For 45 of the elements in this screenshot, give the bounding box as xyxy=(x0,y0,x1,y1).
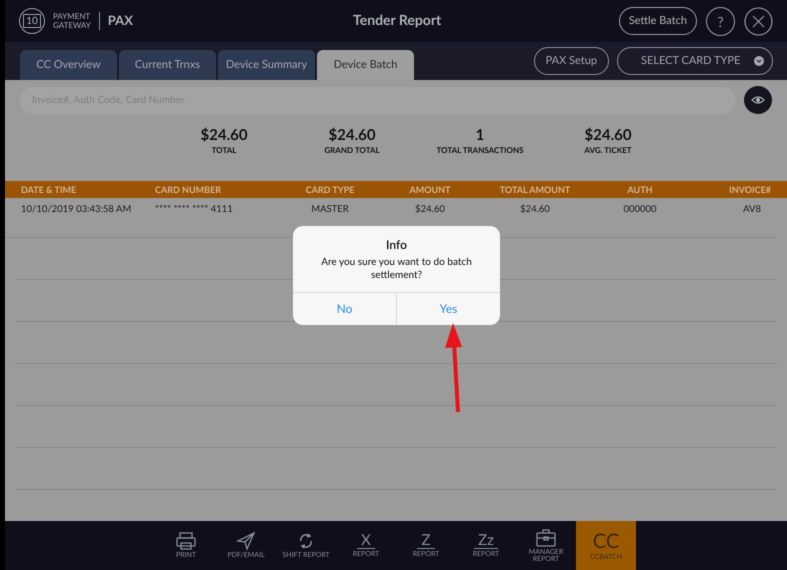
close-icon[interactable] xyxy=(744,6,773,36)
dialog-button[interactable]: Yes xyxy=(396,293,500,325)
column-header: DATE & TIME xyxy=(20,182,78,196)
column-header: CARD NUMBER xyxy=(155,182,222,196)
dialog-button[interactable]: No xyxy=(293,293,396,325)
column-header: INVOICE# xyxy=(728,182,772,196)
window-title: Tender Report xyxy=(353,10,442,30)
help-button[interactable]: ? xyxy=(706,6,735,36)
column-header: AMOUNT xyxy=(408,182,452,196)
tab[interactable]: Current Trnxs xyxy=(119,50,216,80)
dialog-message: Are you sure you want to do batch settlement? xyxy=(320,255,473,283)
brand-name: PAX xyxy=(108,11,133,30)
briefcase-icon xyxy=(535,528,557,546)
table-cell-text: **** **** **** 4111 xyxy=(155,203,234,217)
summary-label: GRAND TOTAL xyxy=(324,144,380,156)
table-cell-text: AV8 xyxy=(742,203,762,217)
table-cell-text: 10/10/2019 03:43:58 AM xyxy=(20,203,132,217)
summary-label: TOTAL TRANSACTIONS xyxy=(436,144,524,156)
settle-batch-button[interactable]: Settle Batch xyxy=(618,7,697,35)
table-cell-text: MASTER xyxy=(310,203,350,217)
paper-plane-icon xyxy=(235,532,257,550)
summary-value: 1 xyxy=(476,126,484,144)
dialog-title: Info xyxy=(385,236,408,254)
tab[interactable]: CC Overview xyxy=(20,50,117,80)
summary-value: $24.60 xyxy=(584,126,632,144)
eye-icon[interactable] xyxy=(744,86,772,114)
card-type-select[interactable]: SELECT CARD TYPE xyxy=(617,47,773,75)
pax-setup-button[interactable]: PAX Setup xyxy=(534,47,609,75)
summary-label: TOTAL xyxy=(212,144,236,156)
column-header: TOTAL AMOUNT xyxy=(498,182,572,196)
summary-value: $24.60 xyxy=(328,126,376,144)
column-header: AUTH xyxy=(626,182,654,196)
glyph-icon: CC xyxy=(588,530,624,552)
chevron-down-icon xyxy=(754,56,764,66)
tab[interactable]: Device Summary xyxy=(218,50,315,80)
table-cell-text: 000000 xyxy=(622,203,658,217)
table-cell-text: $24.60 xyxy=(414,203,446,217)
logo-icon: 10 xyxy=(19,8,45,34)
printer-icon xyxy=(175,532,197,550)
table-cell-text: $24.60 xyxy=(519,203,551,217)
column-header: CARD TYPE xyxy=(304,182,356,196)
summary-label: AVG. TICKET xyxy=(584,144,632,156)
tab[interactable]: Device Batch xyxy=(317,50,414,80)
summary-value: $24.60 xyxy=(200,126,248,144)
logo-text: PAYMENT GATEWAY xyxy=(53,12,91,30)
